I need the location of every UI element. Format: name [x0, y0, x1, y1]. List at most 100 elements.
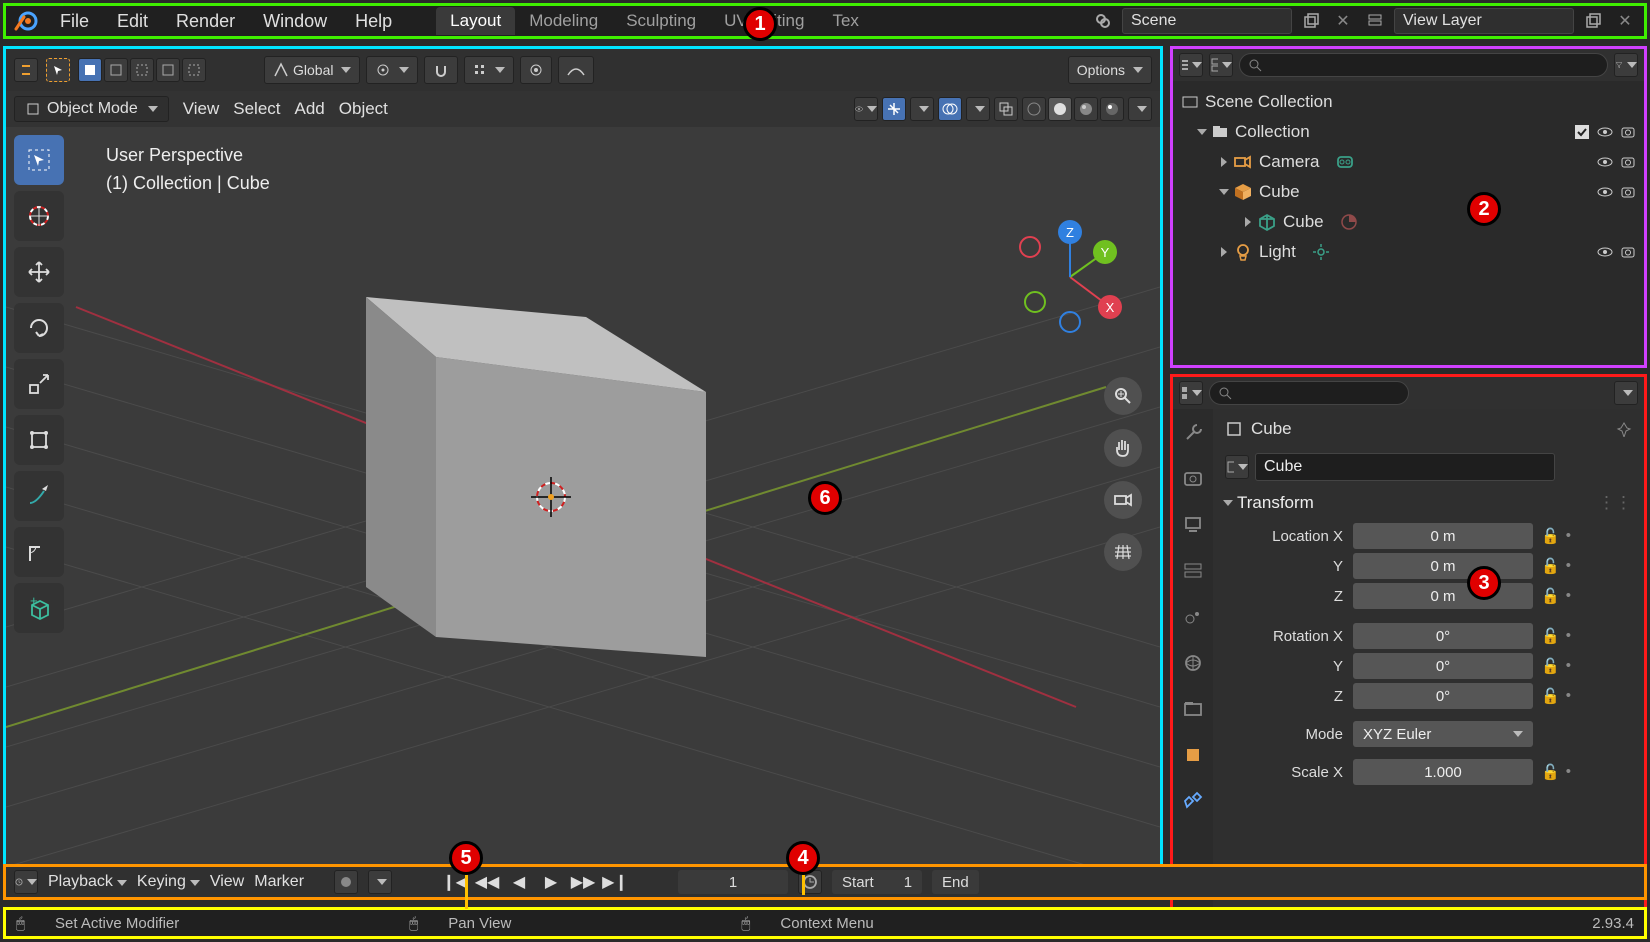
- rotation-mode-field[interactable]: XYZ Euler: [1353, 721, 1533, 747]
- shading-solid-icon[interactable]: [1048, 97, 1072, 121]
- ptab-collection-icon[interactable]: [1179, 695, 1207, 723]
- render-icon[interactable]: [1620, 245, 1636, 259]
- proportional-edit-toggle[interactable]: [520, 56, 552, 84]
- pan-icon[interactable]: [1104, 429, 1142, 467]
- pin-icon[interactable]: [1616, 421, 1632, 437]
- viewport-menu-add[interactable]: Add: [295, 99, 325, 119]
- eye-icon[interactable]: [1596, 185, 1614, 199]
- play-icon[interactable]: ▶: [538, 870, 564, 894]
- properties-options-icon[interactable]: [1614, 381, 1638, 405]
- location-x-field[interactable]: 0 m: [1353, 523, 1533, 549]
- timeline-editor-type-icon[interactable]: [14, 870, 38, 894]
- properties-editor-type-icon[interactable]: [1179, 381, 1203, 405]
- tool-cursor[interactable]: [14, 191, 64, 241]
- lock-icon[interactable]: 🔓: [1541, 587, 1560, 605]
- outliner-filter-icon[interactable]: [1614, 53, 1638, 77]
- datablock-browse-icon[interactable]: [1225, 455, 1249, 479]
- outliner-item-cube-mesh[interactable]: Cube: [1181, 207, 1636, 237]
- rotation-y-field[interactable]: 0°: [1353, 653, 1533, 679]
- select-mode-extend-icon[interactable]: [104, 58, 128, 82]
- timeline-menu-marker[interactable]: Marker: [254, 873, 304, 891]
- gizmo-toggle-icon[interactable]: [882, 97, 906, 121]
- ptab-output-icon[interactable]: [1179, 511, 1207, 539]
- rotation-z-field[interactable]: 0°: [1353, 683, 1533, 709]
- select-mode-invert-icon[interactable]: [156, 58, 180, 82]
- tool-move[interactable]: [14, 247, 64, 297]
- eye-icon[interactable]: [1596, 245, 1614, 259]
- scene-name-field[interactable]: [1122, 8, 1292, 34]
- ptab-tool-icon[interactable]: [1179, 419, 1207, 447]
- outliner-editor-type-icon[interactable]: [1179, 53, 1203, 77]
- tab-modeling[interactable]: Modeling: [515, 7, 612, 35]
- ptab-scene-icon[interactable]: [1179, 603, 1207, 631]
- tool-annotate[interactable]: [14, 471, 64, 521]
- outliner-item-light[interactable]: Light: [1181, 237, 1636, 267]
- xray-toggle-icon[interactable]: [994, 97, 1018, 121]
- viewport-menu-view[interactable]: View: [183, 99, 220, 119]
- zoom-icon[interactable]: [1104, 377, 1142, 415]
- lock-icon[interactable]: 🔓: [1541, 687, 1560, 705]
- timeline-menu-playback[interactable]: Playback: [48, 873, 127, 891]
- visibility-menu-icon[interactable]: [854, 97, 878, 121]
- viewport-canvas[interactable]: User Perspective (1) Collection | Cube X…: [6, 127, 1160, 889]
- tool-scale[interactable]: [14, 359, 64, 409]
- outliner-collection[interactable]: Collection: [1181, 117, 1636, 147]
- shading-material-icon[interactable]: [1074, 97, 1098, 121]
- rotation-x-field[interactable]: 0°: [1353, 623, 1533, 649]
- frame-end-field[interactable]: End: [932, 870, 979, 894]
- transform-panel-header[interactable]: Transform⋮⋮: [1225, 493, 1632, 513]
- jump-end-icon[interactable]: ▶❙: [602, 870, 628, 894]
- tool-select-box[interactable]: [14, 135, 64, 185]
- viewlayer-browse-icon[interactable]: [1362, 8, 1388, 34]
- ptab-world-icon[interactable]: [1179, 649, 1207, 677]
- snap-toggle[interactable]: [424, 56, 458, 84]
- play-reverse-icon[interactable]: ◀: [506, 870, 532, 894]
- menu-render[interactable]: Render: [162, 7, 249, 36]
- select-mode-subtract-icon[interactable]: [130, 58, 154, 82]
- viewlayer-name-field[interactable]: [1394, 8, 1574, 34]
- render-icon[interactable]: [1620, 155, 1636, 169]
- lock-icon[interactable]: 🔓: [1541, 657, 1560, 675]
- tab-texture-paint[interactable]: Tex: [818, 7, 872, 35]
- select-mode-set-icon[interactable]: [78, 58, 102, 82]
- mode-selector[interactable]: Object Mode: [14, 96, 169, 122]
- ptab-render-icon[interactable]: [1179, 465, 1207, 493]
- location-y-field[interactable]: 0 m: [1353, 553, 1533, 579]
- properties-search[interactable]: [1209, 381, 1409, 405]
- menu-window[interactable]: Window: [249, 7, 341, 36]
- lock-icon[interactable]: 🔓: [1541, 627, 1560, 645]
- pivot-point-dropdown[interactable]: [366, 56, 418, 84]
- autokey-menu-icon[interactable]: [368, 870, 392, 894]
- lock-icon[interactable]: 🔓: [1541, 763, 1560, 781]
- viewport-options-dropdown[interactable]: Options: [1068, 56, 1152, 84]
- outliner-display-mode-icon[interactable]: [1209, 53, 1233, 77]
- shading-wireframe-icon[interactable]: [1022, 97, 1046, 121]
- shading-rendered-icon[interactable]: [1100, 97, 1124, 121]
- viewport-menu-object[interactable]: Object: [339, 99, 388, 119]
- tab-layout[interactable]: Layout: [436, 7, 515, 35]
- overlay-toggle-icon[interactable]: [938, 97, 962, 121]
- autokey-toggle-icon[interactable]: [334, 870, 358, 894]
- new-viewlayer-icon[interactable]: [1580, 8, 1606, 34]
- ptab-viewlayer-icon[interactable]: [1179, 557, 1207, 585]
- delete-scene-icon[interactable]: ✕: [1330, 8, 1356, 34]
- snap-menu-icon[interactable]: [14, 58, 38, 82]
- scale-x-field[interactable]: 1.000: [1353, 759, 1533, 785]
- snap-element-dropdown[interactable]: [464, 56, 514, 84]
- tool-rotate[interactable]: [14, 303, 64, 353]
- overlay-menu-icon[interactable]: [966, 97, 990, 121]
- outliner-search[interactable]: [1239, 53, 1608, 77]
- render-icon[interactable]: [1620, 125, 1636, 139]
- checkbox-icon[interactable]: [1574, 124, 1590, 140]
- select-box-icon[interactable]: [46, 58, 70, 82]
- tool-transform[interactable]: [14, 415, 64, 465]
- perspective-toggle-icon[interactable]: [1104, 533, 1142, 571]
- outliner-scene-collection[interactable]: Scene Collection: [1181, 87, 1636, 117]
- nav-gizmo[interactable]: X Y Z: [1010, 217, 1130, 337]
- eye-icon[interactable]: [1596, 155, 1614, 169]
- transform-orientation-dropdown[interactable]: Global: [264, 56, 360, 84]
- lock-icon[interactable]: 🔓: [1541, 557, 1560, 575]
- new-scene-icon[interactable]: [1298, 8, 1324, 34]
- gizmo-menu-icon[interactable]: [910, 97, 934, 121]
- next-keyframe-icon[interactable]: ▶▶: [570, 870, 596, 894]
